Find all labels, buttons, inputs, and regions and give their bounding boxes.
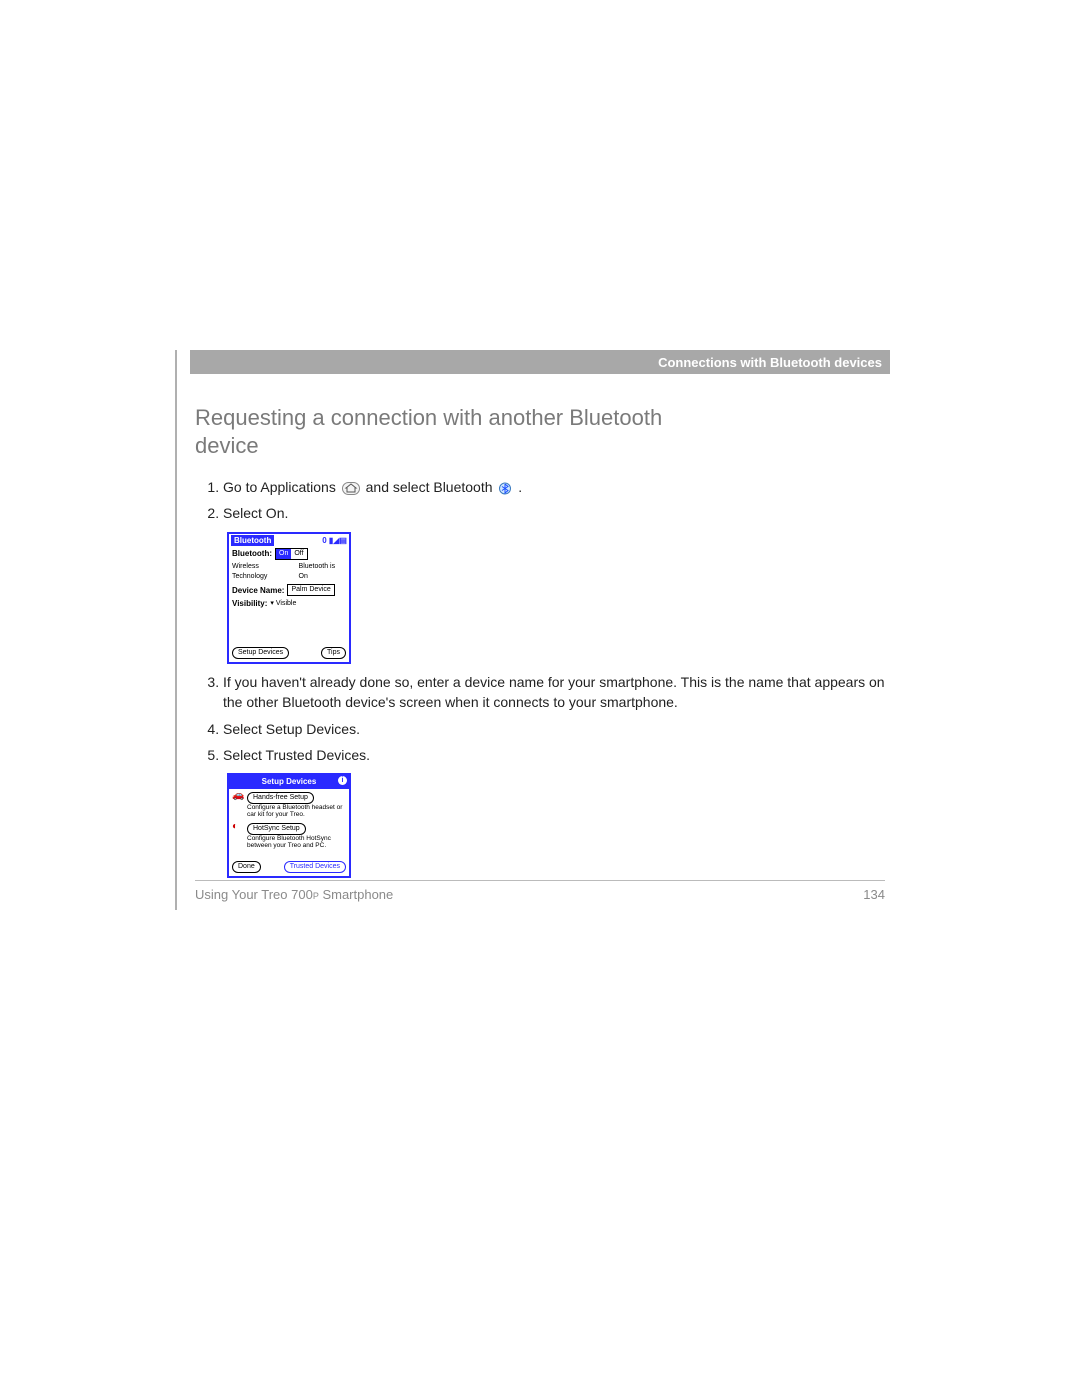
done-button: Done (232, 861, 261, 873)
handsfree-setup-button: Hands-free Setup (247, 792, 314, 804)
content-area: Requesting a connection with another Blu… (195, 374, 890, 878)
bluetooth-settings-screenshot: Bluetooth 0 ▮◢▤ Bluetooth: On Off Wirele… (227, 532, 351, 664)
toggle-on: On (276, 549, 291, 559)
step-3-text: If you haven't already done so, enter a … (223, 674, 885, 710)
footer-title: Using Your Treo 700P Smartphone (195, 887, 393, 902)
shot1-tips-button: Tips (321, 647, 346, 659)
shot1-devname-label: Device Name: (232, 585, 284, 597)
hotsync-icon: ◐ (232, 822, 244, 832)
handsfree-icon: 🚗 (232, 791, 244, 801)
steps-list: Go to Applications and select Bluetooth … (195, 477, 890, 878)
shot1-status-icons: 0 ▮◢▤ (322, 535, 347, 547)
page-title: Requesting a connection with another Blu… (195, 404, 675, 459)
step-5: Select Trusted Devices. Setup Devices i … (223, 745, 890, 878)
margin-rule (175, 350, 177, 910)
shot1-title: Bluetooth (231, 535, 274, 547)
shot1-wt-value: Bluetooth is On (299, 562, 346, 582)
section-header-bar: Connections with Bluetooth devices (190, 350, 890, 374)
step-5-text: Select Trusted Devices. (223, 747, 370, 763)
step-2-text: Select On. (223, 505, 288, 521)
hotsync-setup-button: HotSync Setup (247, 823, 306, 835)
shot1-wt-label: Wireless Technology (232, 562, 296, 582)
step-4: Select Setup Devices. (223, 719, 890, 739)
page-footer: Using Your Treo 700P Smartphone 134 (195, 880, 885, 902)
toggle-off: Off (291, 549, 306, 559)
shot2-title-bar: Setup Devices i (229, 775, 349, 789)
shot2-title: Setup Devices (262, 777, 317, 786)
page-number: 134 (863, 887, 885, 902)
step-3: If you haven't already done so, enter a … (223, 672, 890, 713)
hotsync-desc: Configure Bluetooth HotSync between your… (247, 835, 346, 849)
setup-devices-screenshot: Setup Devices i 🚗 Hands-free Setup Confi… (227, 773, 351, 878)
shot1-visibility-value: ▾ Visible (270, 599, 296, 609)
step-1-text-c: . (518, 479, 522, 495)
footer-title-a: Using Your Treo 700 (195, 887, 313, 902)
shot1-visibility-label: Visibility: (232, 598, 267, 610)
shot1-on-off-toggle: On Off (275, 548, 308, 560)
step-1: Go to Applications and select Bluetooth … (223, 477, 890, 497)
shot1-setup-devices-button: Setup Devices (232, 647, 289, 659)
footer-title-b: Smartphone (319, 887, 393, 902)
info-icon: i (338, 776, 347, 785)
manual-page: Connections with Bluetooth devices Reque… (0, 0, 1080, 1397)
home-icon (342, 482, 360, 495)
step-1-text-b: and select Bluetooth (366, 479, 497, 495)
trusted-devices-button: Trusted Devices (284, 861, 346, 873)
step-2: Select On. Bluetooth 0 ▮◢▤ Bluetooth: On… (223, 503, 890, 664)
step-4-text: Select Setup Devices. (223, 721, 360, 737)
shot1-devname-value: Palm Device (287, 584, 334, 596)
step-1-text-a: Go to Applications (223, 479, 340, 495)
bluetooth-icon (498, 482, 512, 495)
section-header-text: Connections with Bluetooth devices (658, 355, 882, 370)
shot1-bt-label: Bluetooth: (232, 548, 272, 560)
handsfree-desc: Configure a Bluetooth headset or car kit… (247, 804, 346, 818)
